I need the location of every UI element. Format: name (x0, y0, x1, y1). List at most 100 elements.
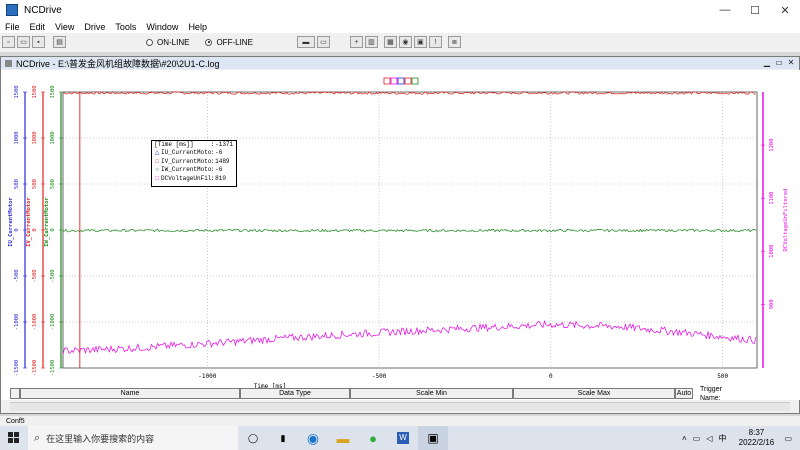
status-bar: Conf5 (0, 416, 800, 426)
ncdrive-taskbar-icon[interactable]: ▣ (418, 426, 448, 450)
legend-row: □ IV_CurrentMotor:1489 (152, 158, 236, 166)
menu-view[interactable]: View (50, 22, 79, 32)
legend-row: △ IU_CurrentMotor: -6 (152, 149, 236, 157)
left-axis-tick-label: 1000 (14, 131, 20, 144)
menu-file[interactable]: File (0, 22, 25, 32)
column-name[interactable]: Name (20, 388, 240, 399)
left-axis-tick-label: -1500 (14, 360, 20, 377)
toolbar: ▫ ▭ ▪ ▤ ON-LINE OFF-LINE ▬ ▭ + ▥ ▦ ◉ ▣ !… (0, 34, 800, 50)
legend-value: 810 (215, 174, 226, 182)
widgets-icon[interactable]: ▮ (268, 426, 298, 450)
list-icon[interactable]: ≣ (447, 36, 461, 48)
left-axis-tick-label: -1000 (32, 314, 38, 331)
scope-window-controls: ▁ ▭ ✕ (761, 58, 797, 68)
file-explorer-icon[interactable]: ▬ (328, 426, 358, 450)
child-close-button[interactable]: ✕ (785, 58, 797, 68)
horizontal-scrollbar[interactable] (10, 402, 790, 411)
column-scale-min[interactable]: Scale Min (350, 388, 513, 399)
legend-marker-icon: ○ (155, 166, 159, 174)
minimize-button[interactable]: — (710, 0, 740, 20)
network-icon[interactable]: ▭ (693, 434, 701, 443)
plot-tool-icon (411, 77, 419, 85)
add-device-icon[interactable]: + (349, 36, 363, 48)
menu-window[interactable]: Window (141, 22, 183, 32)
wechat-icon[interactable]: ● (358, 426, 388, 450)
clock[interactable]: 8:37 2022/2/16 (730, 428, 782, 448)
legend-marker-icon: □ (155, 174, 159, 182)
record-icon[interactable]: ◉ (398, 36, 412, 48)
taskbar-search-box[interactable]: ⌕ 在这里输入你要搜索的内容 (28, 426, 238, 450)
online-radio[interactable]: ON-LINE (146, 38, 189, 47)
left-axis-tick-label: 0 (14, 228, 20, 231)
system-tray: ˄ ▭ ◁ 中 8:37 2022/2/16 ▭ (682, 426, 800, 450)
right-axis-tick-label: 1200 (769, 138, 775, 151)
online-label: ON-LINE (157, 37, 190, 47)
menu-edit[interactable]: Edit (25, 22, 51, 32)
child-minimize-button[interactable]: ▁ (761, 58, 773, 68)
taskbar: ⌕ 在这里输入你要搜索的内容 ◯ ▮ ◉ ▬ ● W ▣ ˄ ▭ ◁ 中 8:3… (0, 426, 800, 450)
notification-icon[interactable]: ▭ (784, 434, 792, 443)
save-icon[interactable]: ▪ (32, 36, 45, 48)
plot-area[interactable]: -1000 -500 0 500 -1500 -1000 -500 0 500 1000 1500 I… (1, 70, 800, 400)
connect-drive-icon[interactable]: ▬ (296, 36, 315, 48)
word-icon[interactable]: W (388, 426, 418, 450)
scope-window-title: NCDrive - E:\普发金风机组故障数据\#20\2U1-C.log (16, 58, 220, 69)
left-axis-tick-label: 1000 (32, 131, 38, 144)
parameter-icon[interactable]: ▥ (364, 36, 378, 48)
legend-name: □DCVoltageUnFiltered (154, 174, 210, 183)
offline-label: OFF-LINE (216, 37, 253, 47)
legend-label: IW_CurrentMotor (161, 166, 211, 174)
new-file-icon[interactable]: ▫ (2, 36, 15, 48)
offline-radio[interactable]: OFF-LINE (205, 37, 253, 47)
legend-label: [Time [ms]] (154, 141, 194, 148)
offline-radio-dot (205, 38, 213, 46)
legend-name: △ IU_CurrentMotor (154, 149, 211, 157)
disk-icon[interactable]: ▣ (413, 36, 427, 48)
maximize-button[interactable]: ☐ (740, 0, 770, 20)
edge-browser-icon[interactable]: ◉ (298, 426, 328, 450)
right-axis-tick-label: 1100 (769, 192, 775, 205)
print-icon[interactable]: ▤ (53, 36, 66, 48)
left-axis-tick-label: 1000 (50, 131, 56, 144)
left-axis-tick-label: -1500 (32, 360, 38, 377)
start-button[interactable] (0, 426, 28, 450)
scope-window-title-bar: NCDrive - E:\普发金风机组故障数据\#20\2U1-C.log ▁ … (1, 57, 799, 69)
scope-chart[interactable]: -1000 -500 0 500 -1500 -1000 -500 0 500 1000 1500 I… (1, 70, 800, 400)
x-tick-label: -500 (372, 373, 387, 380)
menu-bar: File Edit View Drive Tools Window Help (0, 20, 800, 33)
menu-drive[interactable]: Drive (79, 22, 110, 32)
column-data-type[interactable]: Data Type (240, 388, 350, 399)
legend-name: □ IV_CurrentMotor (154, 158, 210, 166)
left-axis-tick-label: 500 (14, 179, 20, 189)
legend-marker-icon: △ (154, 149, 160, 157)
scope-icon[interactable]: ▦ (383, 36, 397, 48)
left-axis-tick-label: 500 (50, 179, 56, 189)
input-language[interactable]: 中 (718, 433, 726, 444)
left-axis-tick-label: -500 (32, 269, 38, 282)
column-auto[interactable]: Auto (675, 388, 693, 399)
legend-value: -1371 (215, 141, 234, 148)
plot-tool-icon (404, 77, 412, 85)
close-button[interactable]: ✕ (770, 0, 800, 20)
app-icon (6, 4, 18, 16)
legend-name: ○ IW_CurrentMotor (154, 166, 211, 174)
online-radio-dot (146, 38, 153, 46)
folder-icon[interactable]: ▭ (316, 36, 330, 48)
menu-tools[interactable]: Tools (110, 22, 141, 32)
column-scale-max[interactable]: Scale Max (513, 388, 675, 399)
right-axis-tick-label: 1000 (769, 245, 775, 258)
left-axis-label: IV_CurrentMotor (26, 196, 32, 246)
task-view-icon[interactable]: ◯ (238, 426, 268, 450)
plot-tool-icon (383, 77, 391, 85)
chevron-up-icon[interactable]: ˄ (682, 434, 687, 443)
menu-help[interactable]: Help (183, 22, 212, 32)
alarm-icon[interactable]: ! (428, 36, 442, 48)
speaker-icon[interactable]: ◁ (706, 434, 712, 443)
left-axis-label: IW_CurrentMotor (44, 196, 50, 246)
x-tick-label: -1000 (198, 373, 216, 380)
child-restore-button[interactable]: ▭ (773, 58, 785, 68)
window-controls: — ☐ ✕ (710, 0, 800, 20)
plot-tool-icon (390, 77, 398, 85)
open-folder-icon[interactable]: ▭ (17, 36, 30, 48)
legend-label: IU_CurrentMotor (161, 149, 211, 157)
